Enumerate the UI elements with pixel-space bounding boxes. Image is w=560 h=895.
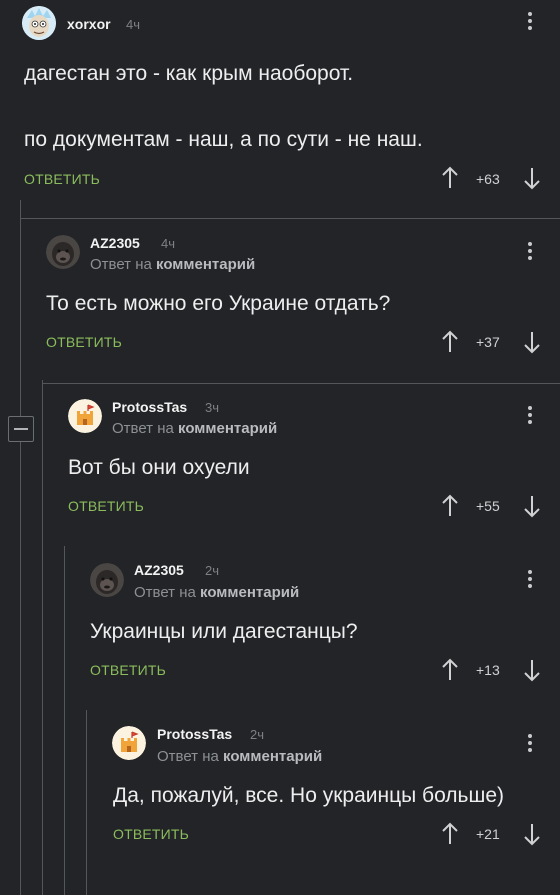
reply-button[interactable]: ОТВЕТИТЬ — [46, 334, 122, 350]
castle-avatar-icon[interactable] — [112, 726, 146, 760]
collapse-thread-button[interactable] — [8, 416, 34, 442]
comment-username[interactable]: AZ2305 — [90, 235, 140, 251]
downvote-arrow-icon[interactable] — [522, 658, 542, 682]
upvote-arrow-icon[interactable] — [440, 330, 460, 354]
comment-time: 2ч — [250, 727, 265, 742]
reply-to-label[interactable]: Ответ на комментарий — [90, 256, 255, 273]
comment-text-line: по документам - наш, а по сути - не наш. — [24, 128, 423, 151]
comment-rating: +63 — [476, 171, 500, 187]
more-options-icon[interactable] — [527, 406, 533, 426]
comment-time: 4ч — [161, 236, 176, 251]
comment-username[interactable]: ProtossTas — [112, 399, 187, 415]
comment-text-line: Да, пожалуй, все. Но украинцы больше) — [113, 784, 505, 807]
thread-line-4 — [86, 710, 87, 895]
more-options-icon[interactable] — [527, 242, 533, 262]
upvote-arrow-icon[interactable] — [440, 822, 460, 846]
upvote-arrow-icon[interactable] — [440, 166, 460, 190]
upvote-arrow-icon[interactable] — [440, 658, 460, 682]
reply-to-label[interactable]: Ответ на комментарий — [112, 420, 277, 437]
comment-time: 4ч — [126, 17, 141, 32]
gorilla-avatar-icon[interactable] — [46, 235, 80, 269]
comment-username[interactable]: AZ2305 — [134, 562, 184, 578]
reply-button[interactable]: ОТВЕТИТЬ — [24, 171, 100, 187]
comment-text-line: дагестан это - как крым наоборот. — [24, 62, 354, 85]
comment-text-line: То есть можно его Украине отдать? — [46, 292, 391, 315]
reply-button[interactable]: ОТВЕТИТЬ — [90, 662, 166, 678]
reply-to-label[interactable]: Ответ на комментарий — [157, 748, 322, 765]
comment-text-line: Украинцы или дагестанцы? — [90, 620, 358, 643]
comment-rating: +55 — [476, 498, 500, 514]
thread-line-3 — [64, 546, 65, 895]
downvote-arrow-icon[interactable] — [522, 166, 542, 190]
more-options-icon[interactable] — [527, 734, 533, 754]
downvote-arrow-icon[interactable] — [522, 494, 542, 518]
comment-rating: +13 — [476, 662, 500, 678]
downvote-arrow-icon[interactable] — [522, 822, 542, 846]
thread-line-1 — [20, 200, 21, 895]
thread-branch-2 — [42, 383, 560, 384]
comment-username[interactable]: ProtossTas — [157, 726, 232, 742]
downvote-arrow-icon[interactable] — [522, 330, 542, 354]
minus-icon — [14, 428, 28, 430]
more-options-icon[interactable] — [527, 12, 533, 32]
more-options-icon[interactable] — [527, 570, 533, 590]
comment-rating: +21 — [476, 826, 500, 842]
reply-to-label[interactable]: Ответ на комментарий — [134, 584, 299, 601]
reply-button[interactable]: ОТВЕТИТЬ — [113, 826, 189, 842]
comment-rating: +37 — [476, 334, 500, 350]
thread-branch-1 — [20, 218, 560, 219]
castle-avatar-icon[interactable] — [68, 399, 102, 433]
rick-avatar-icon[interactable] — [22, 6, 56, 40]
comment-username[interactable]: xorxor — [67, 16, 111, 32]
upvote-arrow-icon[interactable] — [440, 494, 460, 518]
reply-button[interactable]: ОТВЕТИТЬ — [68, 498, 144, 514]
comment-time: 2ч — [205, 563, 220, 578]
comment-time: 3ч — [205, 400, 220, 415]
thread-line-2 — [42, 380, 43, 895]
comment-text-line: Вот бы они охуели — [68, 456, 250, 479]
gorilla-avatar-icon[interactable] — [90, 563, 124, 597]
